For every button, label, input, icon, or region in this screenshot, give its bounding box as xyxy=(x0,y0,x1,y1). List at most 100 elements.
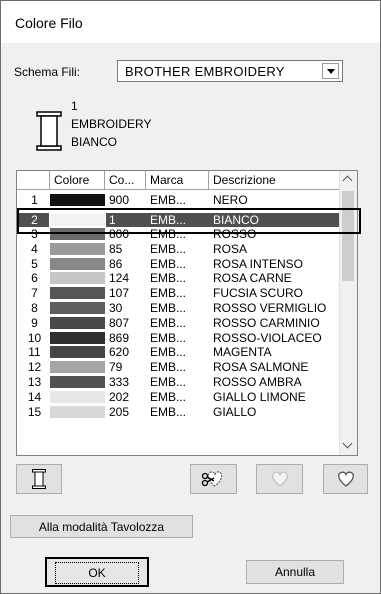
row-index: 6 xyxy=(31,271,38,286)
spool-icon xyxy=(32,469,46,489)
selected-thread-code: 1 xyxy=(71,99,78,113)
thread-brand: EMB... xyxy=(150,330,187,345)
thread-code: 85 xyxy=(109,241,123,256)
palette-mode-button[interactable]: Alla modalità Tavolozza xyxy=(10,515,193,538)
row-index: 10 xyxy=(27,330,42,345)
column-color[interactable]: Colore xyxy=(50,171,105,189)
column-index xyxy=(17,171,50,189)
thread-code: 900 xyxy=(109,193,130,207)
thread-description: GIALLO LIMONE xyxy=(213,389,306,404)
cut-tool-button[interactable] xyxy=(190,464,237,494)
row-index: 7 xyxy=(31,286,38,301)
column-brand[interactable]: Marca xyxy=(146,171,209,189)
color-swatch xyxy=(50,242,105,255)
column-description[interactable]: Descrizione xyxy=(209,171,340,189)
ok-button-label: OK xyxy=(55,562,139,584)
color-swatch xyxy=(50,405,105,418)
row-index: 15 xyxy=(27,404,42,419)
thread-code: 205 xyxy=(109,404,130,419)
thread-scheme-select[interactable]: BROTHER EMBROIDERY xyxy=(117,60,343,82)
chevron-down-icon[interactable] xyxy=(322,63,339,79)
thread-description: GIALLO xyxy=(213,404,257,419)
thread-code: 620 xyxy=(109,345,130,360)
scroll-thumb[interactable] xyxy=(342,191,354,281)
color-swatch xyxy=(50,272,105,285)
thread-description: ROSSO AMBRA xyxy=(213,375,302,389)
list-item[interactable]: 11 620 EMB... MAGENTA xyxy=(17,345,340,359)
list-item[interactable]: 12 79 EMB... ROSA SALMONE xyxy=(17,360,340,374)
cancel-button[interactable]: Annulla xyxy=(246,560,344,584)
scroll-up-icon[interactable] xyxy=(340,171,357,188)
thread-description: ROSSO CARMINIO xyxy=(213,315,320,330)
thread-scheme-value: BROTHER EMBROIDERY xyxy=(125,64,285,79)
row-index: 12 xyxy=(27,360,42,375)
list-item[interactable]: 13 333 EMB... ROSSO AMBRA xyxy=(17,375,340,389)
thread-description: FUCSIA SCURO xyxy=(213,286,304,301)
thread-brand: EMB... xyxy=(150,404,187,419)
thread-list-header: Colore Co... Marca Descrizione xyxy=(17,171,340,190)
thread-code: 124 xyxy=(109,271,130,286)
thread-brand: EMB... xyxy=(150,193,187,207)
thread-brand: EMB... xyxy=(150,241,187,256)
thread-brand: EMB... xyxy=(150,389,187,404)
selected-thread-info: 1 EMBROIDERY BIANCO xyxy=(71,97,151,151)
color-swatch xyxy=(50,346,105,359)
row-index: 5 xyxy=(31,256,38,271)
list-item[interactable]: 1 900 EMB... NERO xyxy=(17,193,340,207)
thread-code: 202 xyxy=(109,389,130,404)
thread-brand: EMB... xyxy=(150,301,187,315)
title-bar: Colore Filo xyxy=(1,1,380,43)
dialog-title: Colore Filo xyxy=(15,15,83,31)
thread-color-dialog: Colore Filo Schema Fili: BROTHER EMBROID… xyxy=(0,0,381,594)
list-item[interactable]: 15 205 EMB... GIALLO xyxy=(17,405,340,419)
color-swatch xyxy=(50,194,105,206)
list-item[interactable]: 7 107 EMB... FUCSIA SCURO xyxy=(17,286,340,300)
spool-tool-button[interactable] xyxy=(16,464,62,494)
thread-brand: EMB... xyxy=(150,271,187,286)
selected-thread-brand: EMBROIDERY xyxy=(71,117,152,131)
thread-description: ROSA CARNE xyxy=(213,271,292,286)
row-index: 14 xyxy=(27,389,42,404)
color-swatch xyxy=(50,376,105,388)
list-item[interactable]: 5 86 EMB... ROSA INTENSO xyxy=(17,257,340,271)
scroll-down-icon[interactable] xyxy=(340,438,357,455)
thread-code: 869 xyxy=(109,330,130,345)
heart-icon xyxy=(337,471,354,487)
thread-code: 79 xyxy=(109,360,123,375)
thread-brand: EMB... xyxy=(150,375,187,389)
color-swatch xyxy=(50,331,105,344)
list-item[interactable]: 14 202 EMB... GIALLO LIMONE xyxy=(17,390,340,404)
thread-brand: EMB... xyxy=(150,315,187,330)
thread-brand: EMB... xyxy=(150,360,187,375)
list-item[interactable]: 8 30 EMB... ROSSO VERMIGLIO xyxy=(17,301,340,315)
list-item[interactable]: 6 124 EMB... ROSA CARNE xyxy=(17,271,340,285)
thread-brand: EMB... xyxy=(150,345,187,360)
scissors-heart-icon xyxy=(201,471,222,487)
color-swatch xyxy=(50,302,105,314)
heart-button[interactable] xyxy=(323,464,368,494)
thread-description: ROSA INTENSO xyxy=(213,256,304,271)
color-swatch xyxy=(50,287,105,300)
thread-description: ROSA SALMONE xyxy=(213,360,309,375)
selected-thread-name: BIANCO xyxy=(71,135,118,149)
row-index: 11 xyxy=(28,345,41,360)
thread-code: 86 xyxy=(109,256,123,271)
color-swatch xyxy=(50,361,105,374)
list-item[interactable]: 9 807 EMB... ROSSO CARMINIO xyxy=(17,316,340,330)
thread-description: NERO xyxy=(213,193,248,207)
thread-brand: EMB... xyxy=(150,256,187,271)
list-item[interactable]: 10 869 EMB... ROSSO-VIOLACEO xyxy=(17,331,340,345)
row-index: 13 xyxy=(27,375,42,389)
row-index: 8 xyxy=(31,301,38,315)
thread-description: ROSSO VERMIGLIO xyxy=(213,301,327,315)
thread-code: 107 xyxy=(109,286,130,301)
row-index: 4 xyxy=(31,241,38,256)
column-code[interactable]: Co... xyxy=(105,171,146,189)
thread-code: 807 xyxy=(109,315,130,330)
thread-brand: EMB... xyxy=(150,286,187,301)
ok-button[interactable]: OK xyxy=(45,557,149,587)
heart-outline-button[interactable] xyxy=(256,464,303,494)
thread-code: 30 xyxy=(109,301,123,315)
list-item[interactable]: 4 85 EMB... ROSA xyxy=(17,242,340,256)
thread-description: MAGENTA xyxy=(213,345,272,360)
